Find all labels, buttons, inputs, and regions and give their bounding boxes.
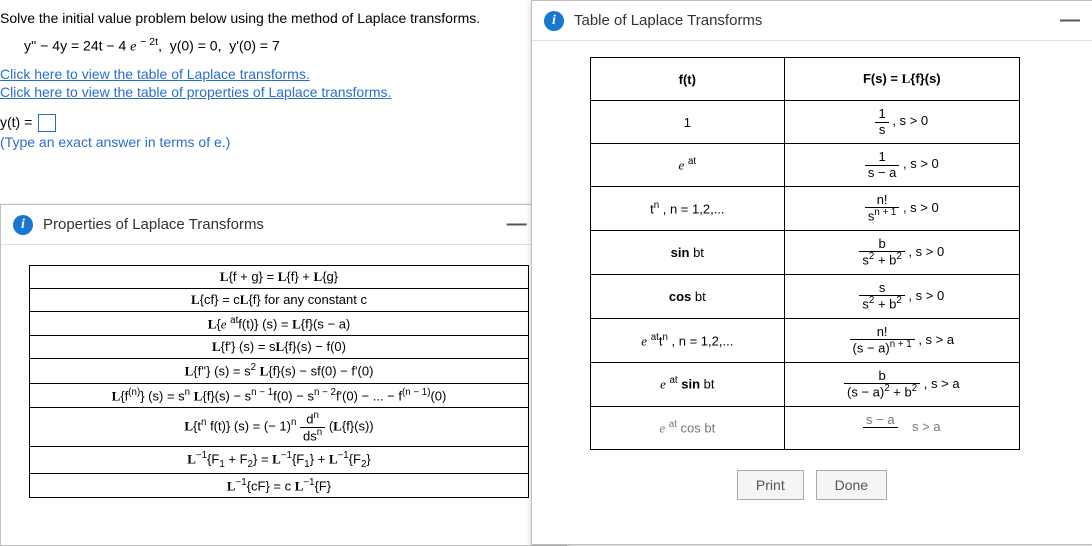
laplace-table: f(t) F(s) = L{f}(s) 1 1s , s > 0 e at 1s… [590, 57, 1020, 450]
answer-input[interactable] [38, 114, 56, 132]
table-row: e at [591, 144, 785, 187]
table-row: e at cos bt [591, 406, 785, 449]
table-row: 1 [591, 101, 785, 144]
properties-modal-header[interactable]: i Properties of Laplace Transforms — X [1, 205, 566, 245]
info-icon: i [13, 215, 33, 235]
table-row: b(s − a)2 + b2 , s > a [784, 362, 1019, 406]
table-row: s − a s > a [784, 406, 1019, 449]
table-row: L{f(n)} (s) = sn L{f}(s) − sn − 1f(0) − … [30, 383, 529, 407]
print-button[interactable]: Print [737, 470, 804, 500]
table-row: L{cf} = cL{f} for any constant c [30, 289, 529, 312]
minimize-icon[interactable]: — [1060, 9, 1080, 32]
table-row: L{e atf(t)} (s) = L{f}(s − a) [30, 312, 529, 336]
answer-row: y(t) = [0, 114, 520, 132]
col-ft: f(t) [591, 58, 785, 101]
table-row: bs2 + b2 , s > 0 [784, 230, 1019, 274]
table-row: L−1{cF} = c L−1{F} [30, 474, 529, 498]
link-laplace-table[interactable]: Click here to view the table of Laplace … [0, 66, 520, 82]
laplace-table-modal: i Table of Laplace Transforms — f(t) F(s… [531, 0, 1092, 545]
answer-hint: (Type an exact answer in terms of e.) [0, 134, 520, 150]
table-row: L{tn f(t)} (s) = (− 1)n dndsn (L{f}(s)) [30, 407, 529, 446]
table-row: 1s , s > 0 [784, 101, 1019, 144]
done-button[interactable]: Done [816, 470, 887, 500]
table-row: cos bt [591, 274, 785, 318]
properties-modal-title: Properties of Laplace Transforms [43, 216, 507, 233]
table-row: L{f + g} = L{f} + L{g} [30, 266, 529, 289]
table-row: e attn , n = 1,2,... [591, 318, 785, 362]
problem-equation: y'' − 4y = 24t − 4 e − 2t, y(0) = 0, y'(… [24, 36, 520, 56]
table-row: L−1{F1 + F2} = L−1{F1} + L−1{F2} [30, 447, 529, 474]
problem-panel: Solve the initial value problem below us… [0, 0, 520, 150]
problem-prompt: Solve the initial value problem below us… [0, 10, 520, 26]
properties-table: L{f + g} = L{f} + L{g} L{cf} = cL{f} for… [29, 265, 529, 498]
table-row: 1s − a , s > 0 [784, 144, 1019, 187]
table-row: n!sn + 1 , s > 0 [784, 187, 1019, 231]
table-row: e at sin bt [591, 362, 785, 406]
table-row: n!(s − a)n + 1 , s > a [784, 318, 1019, 362]
table-row: tn , n = 1,2,... [591, 187, 785, 231]
minimize-icon[interactable]: — [507, 213, 527, 236]
properties-modal: i Properties of Laplace Transforms — X L… [0, 204, 567, 546]
modal-buttons: Print Done [532, 470, 1092, 500]
laplace-modal-header[interactable]: i Table of Laplace Transforms — [532, 1, 1092, 41]
info-icon: i [544, 11, 564, 31]
laplace-modal-body: f(t) F(s) = L{f}(s) 1 1s , s > 0 e at 1s… [532, 41, 1092, 454]
table-row: L{f'} (s) = sL{f}(s) − f(0) [30, 336, 529, 359]
answer-label: y(t) = [0, 114, 32, 130]
col-fs: F(s) = L{f}(s) [784, 58, 1019, 101]
table-row: ss2 + b2 , s > 0 [784, 274, 1019, 318]
laplace-modal-title: Table of Laplace Transforms [574, 12, 1060, 29]
table-row: L{f''} (s) = s2 L{f}(s) − sf(0) − f'(0) [30, 359, 529, 383]
properties-modal-body: L{f + g} = L{f} + L{g} L{cf} = cL{f} for… [1, 245, 566, 508]
table-row: sin bt [591, 230, 785, 274]
link-properties-table[interactable]: Click here to view the table of properti… [0, 84, 520, 100]
